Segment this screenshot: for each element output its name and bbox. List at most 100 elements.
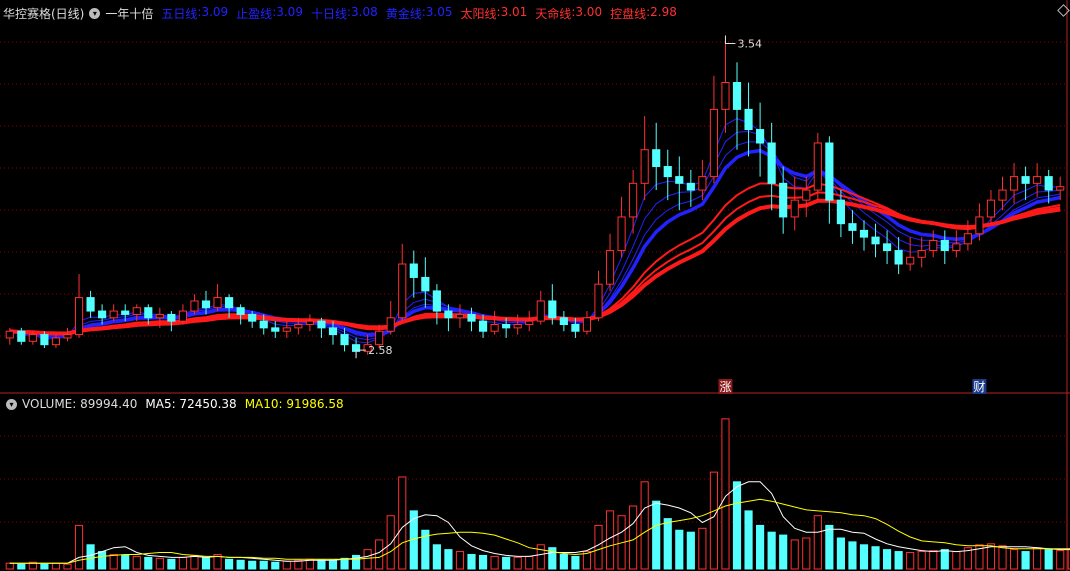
volume-bar bbox=[86, 544, 95, 570]
candle-body bbox=[952, 243, 961, 252]
candle-body bbox=[571, 324, 580, 332]
candle-body bbox=[536, 300, 545, 322]
volume-bar bbox=[363, 549, 372, 570]
candle-body bbox=[836, 199, 845, 225]
candle-body bbox=[17, 330, 26, 342]
candle-body bbox=[686, 182, 695, 191]
legend-value: 3.08 bbox=[351, 4, 378, 19]
volume-bar bbox=[1021, 551, 1030, 570]
candle-body bbox=[213, 297, 222, 309]
volume-bar bbox=[259, 560, 268, 570]
volume-bar bbox=[756, 524, 765, 570]
volume-bar bbox=[40, 563, 49, 570]
candle-body bbox=[675, 176, 684, 184]
candle-body bbox=[144, 307, 153, 319]
candle-body bbox=[63, 334, 72, 339]
candle-body bbox=[317, 320, 326, 329]
candle-body bbox=[698, 176, 707, 191]
candle-body bbox=[305, 320, 314, 325]
candle-body bbox=[1009, 176, 1019, 191]
candle-body bbox=[640, 149, 649, 184]
candle-body bbox=[375, 330, 384, 346]
candle-body bbox=[478, 320, 488, 332]
candle-body bbox=[732, 82, 742, 110]
zhang-marker: 涨 bbox=[719, 379, 731, 394]
indicator-header: 华控赛格(日线) ▾ 一年十倍 五日线: 3.09 止盈线: 3.09 十日线: 3… bbox=[0, 4, 681, 22]
candle-body bbox=[975, 216, 984, 235]
volume-label: VOLUME: 89994.40 bbox=[22, 397, 138, 411]
legend-item: 天命线: 3.00 bbox=[535, 5, 602, 22]
ma-line-2 bbox=[9, 130, 1061, 341]
volume-bar bbox=[74, 524, 84, 570]
candle-body bbox=[917, 250, 926, 258]
candle-body bbox=[51, 337, 61, 346]
volume-bar bbox=[871, 546, 880, 570]
volume-bar bbox=[698, 527, 707, 570]
volume-bar bbox=[779, 534, 788, 570]
ma-line-1 bbox=[9, 118, 1061, 344]
volume-bar bbox=[906, 552, 915, 570]
volume-bar bbox=[98, 551, 107, 570]
volume-bar bbox=[328, 559, 338, 570]
candle-body bbox=[467, 313, 476, 322]
volume-bar bbox=[882, 549, 892, 570]
volume-bar bbox=[929, 550, 938, 570]
kline-chart: 3.54 2.58 涨 财 bbox=[0, 0, 1070, 571]
volume-bar bbox=[917, 551, 926, 570]
candle-body bbox=[1056, 186, 1065, 191]
volume-bar bbox=[155, 557, 164, 570]
legend-value: 3.09 bbox=[276, 4, 303, 19]
ma-line-gold bbox=[9, 148, 1061, 338]
candle-body bbox=[409, 263, 418, 278]
volume-bar bbox=[894, 551, 903, 570]
candle-body bbox=[848, 223, 857, 231]
volume-bar bbox=[502, 556, 511, 570]
candle-body bbox=[1033, 176, 1042, 184]
volume-bar bbox=[478, 554, 488, 570]
volume-bar bbox=[490, 555, 499, 570]
volume-bar bbox=[109, 553, 118, 570]
volume-bar bbox=[675, 529, 684, 570]
volume-bar bbox=[467, 553, 476, 570]
candle-body bbox=[617, 216, 626, 252]
volume-bar bbox=[836, 537, 845, 570]
candle-body bbox=[259, 320, 268, 329]
candle-body bbox=[155, 313, 164, 319]
candle-body bbox=[432, 290, 441, 312]
volume-bar bbox=[432, 544, 441, 570]
volume-bar bbox=[5, 562, 14, 570]
legend-name: 黄金线 bbox=[385, 6, 422, 21]
candle-body bbox=[894, 250, 903, 265]
volume-bar bbox=[790, 539, 799, 570]
candle-body bbox=[201, 300, 211, 309]
volume-bar bbox=[1009, 549, 1019, 570]
candle-body bbox=[582, 317, 592, 332]
candle-body bbox=[594, 283, 603, 319]
volume-bar bbox=[813, 515, 822, 570]
volume-bar bbox=[271, 561, 280, 570]
volume-bar bbox=[513, 556, 522, 570]
stock-title[interactable]: 华控赛格(日线) bbox=[3, 5, 84, 22]
volume-bar bbox=[236, 559, 245, 570]
candle-body bbox=[767, 142, 776, 184]
candle-body bbox=[5, 330, 14, 339]
high-price-label: 3.54 bbox=[737, 37, 762, 50]
dropdown-icon[interactable]: ▾ bbox=[89, 7, 101, 19]
legend-value: 3.00 bbox=[575, 4, 603, 19]
legend-item: 控盘线: 2.98 bbox=[610, 5, 677, 22]
legend-item: 黄金线: 3.05 bbox=[386, 5, 453, 22]
legend-value: 2.98 bbox=[650, 4, 677, 19]
indicator-name[interactable]: 一年十倍 bbox=[105, 5, 153, 22]
candle-body bbox=[132, 307, 141, 315]
candle-body bbox=[825, 142, 834, 201]
candle-body bbox=[629, 182, 638, 218]
candle-body bbox=[756, 129, 765, 144]
legend-value: 3.01 bbox=[500, 4, 528, 19]
legend-name: 天命线 bbox=[535, 6, 572, 21]
volume-bar bbox=[559, 553, 568, 570]
volume-dropdown-icon[interactable]: ▾ bbox=[6, 398, 17, 410]
volume-bar bbox=[709, 471, 719, 570]
candle-body bbox=[74, 297, 84, 336]
candle-body bbox=[652, 149, 661, 168]
candle-body bbox=[444, 310, 453, 319]
